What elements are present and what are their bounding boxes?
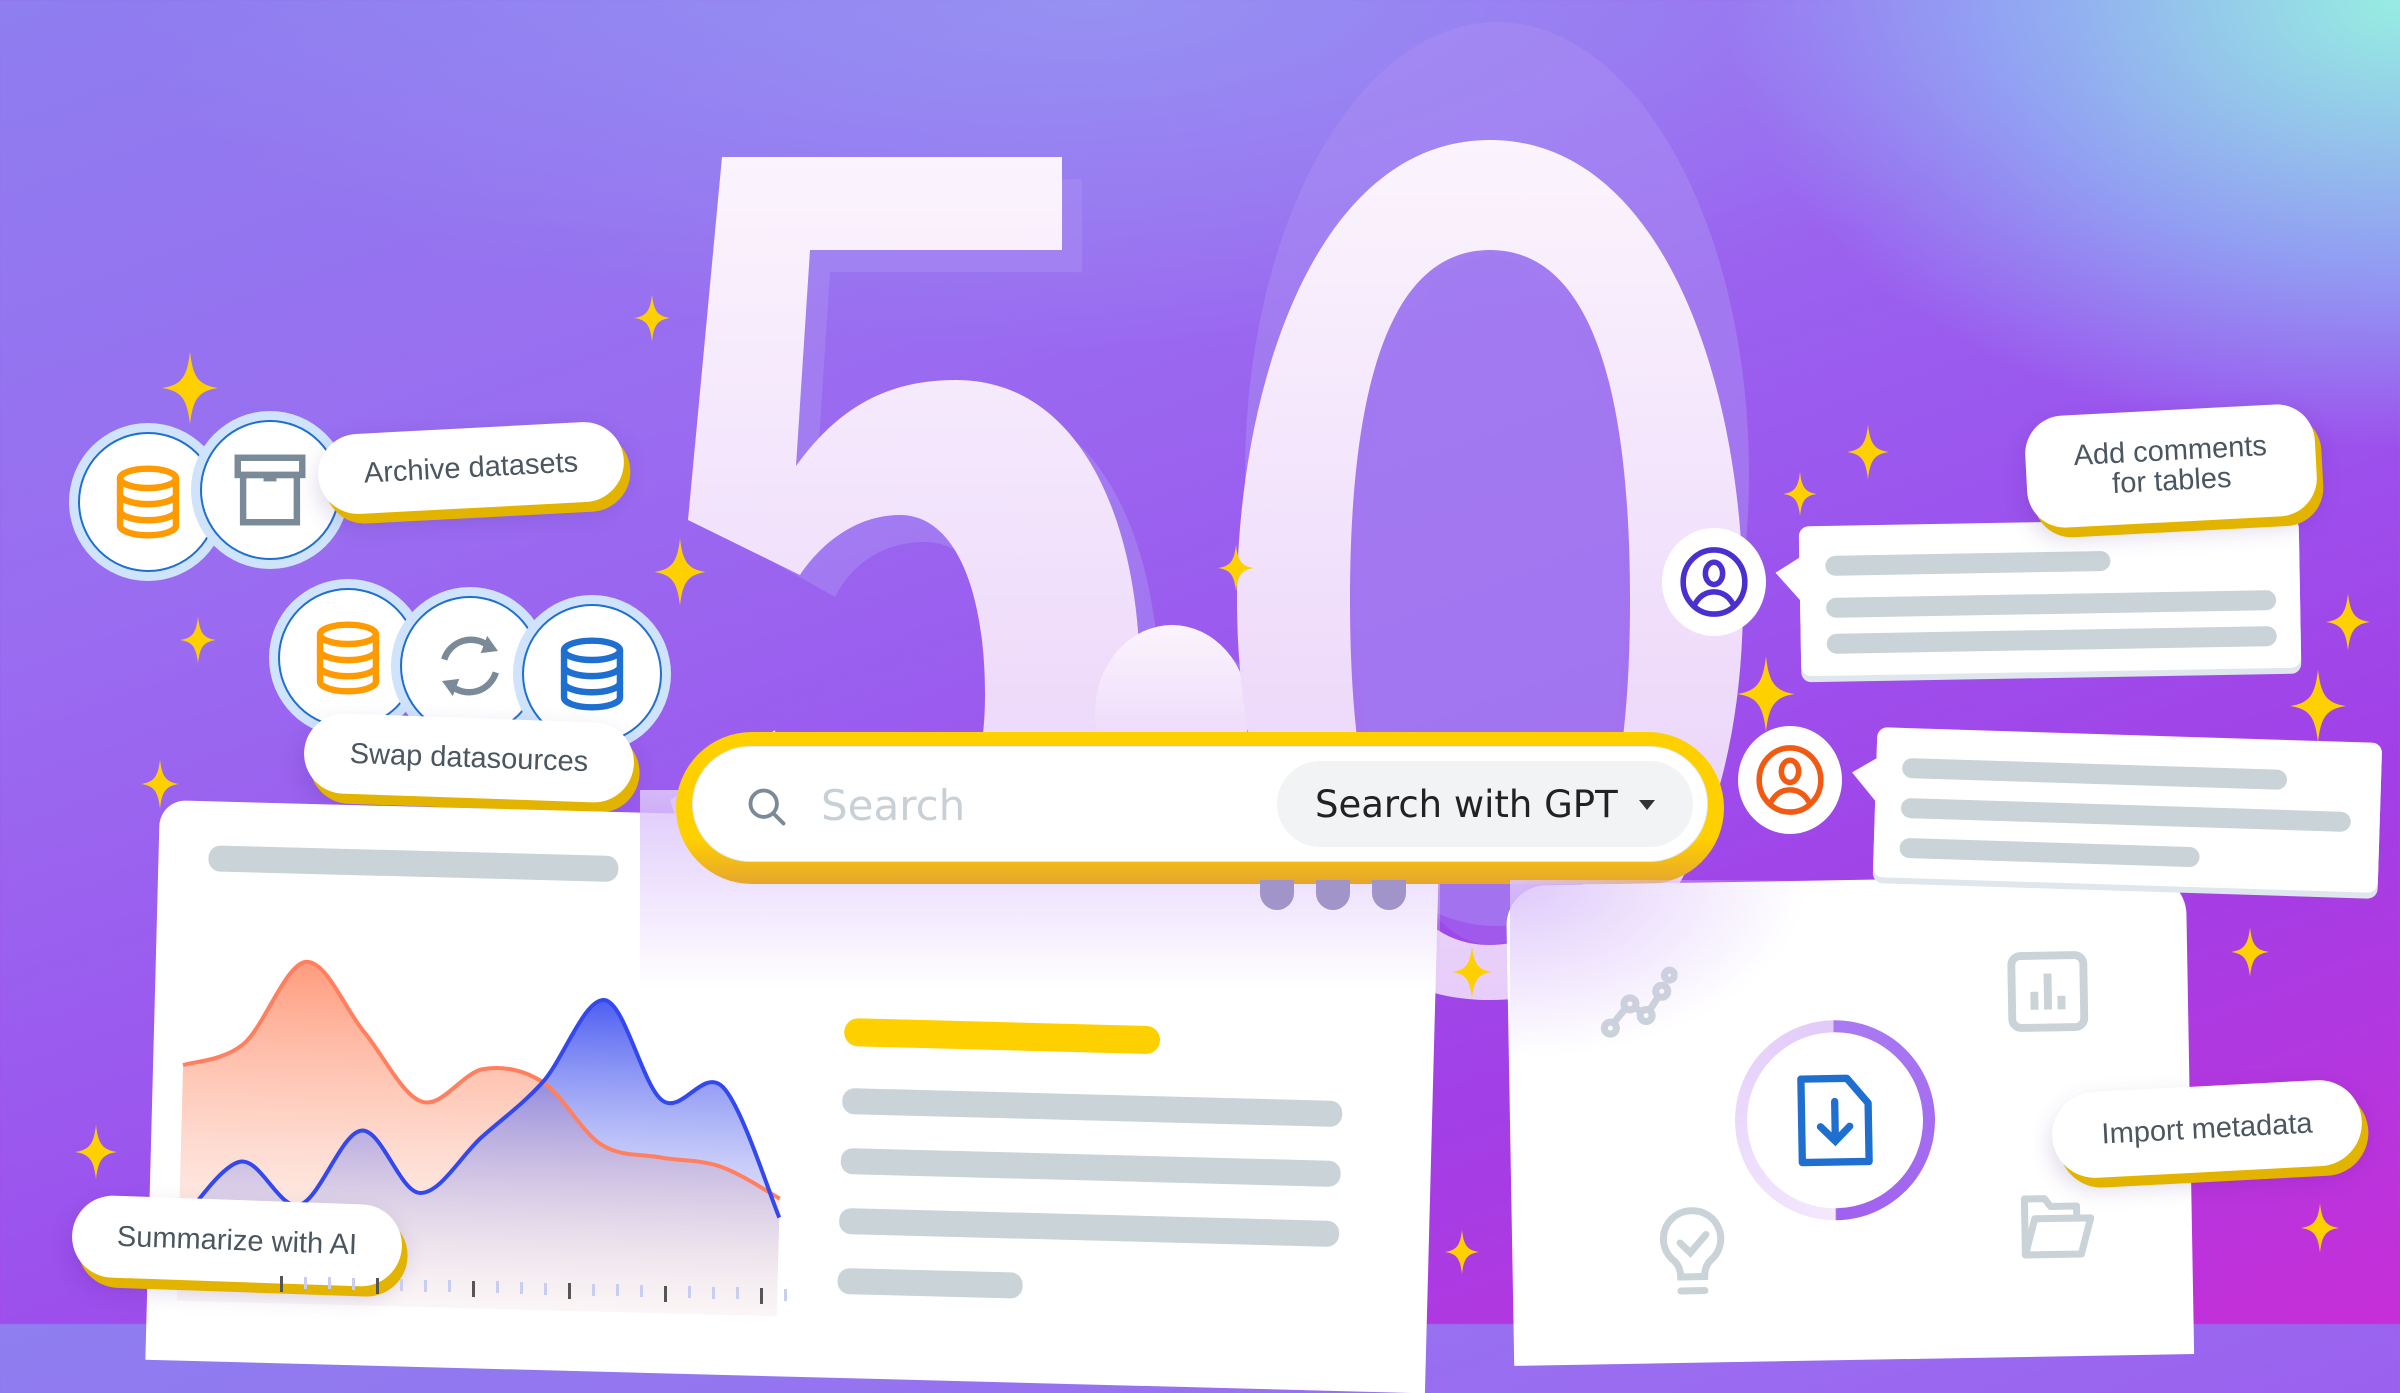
tick-mark bbox=[400, 1279, 403, 1291]
user-avatar-2[interactable] bbox=[1738, 726, 1842, 834]
swap-refresh-circle bbox=[400, 596, 540, 736]
import-metadata-label[interactable]: Import metadata bbox=[2049, 1077, 2365, 1181]
import-panel-fade bbox=[1510, 880, 1810, 1060]
sparkle-icon bbox=[1452, 946, 1492, 998]
swap-db-orange-circle bbox=[278, 588, 418, 728]
sparkle-icon bbox=[2301, 1203, 2339, 1253]
archive-datasets-label[interactable]: Archive datasets bbox=[316, 420, 626, 516]
bar-chart-icon bbox=[2007, 951, 2089, 1032]
tick-mark bbox=[280, 1276, 283, 1292]
tick-mark bbox=[640, 1285, 643, 1297]
tick-mark bbox=[472, 1280, 475, 1297]
tick-mark bbox=[616, 1284, 619, 1297]
sparkle-icon bbox=[1737, 656, 1795, 732]
sparkle-icon bbox=[1445, 1229, 1479, 1275]
archive-db-circle bbox=[78, 432, 218, 572]
search-input[interactable] bbox=[819, 769, 1243, 841]
refresh-icon bbox=[441, 635, 499, 697]
summarize-ai-text: Summarize with AI bbox=[116, 1220, 358, 1261]
tick-mark bbox=[328, 1277, 331, 1290]
sparkle-icon bbox=[180, 616, 216, 664]
sparkle-icon bbox=[141, 759, 179, 809]
highlight-bar bbox=[843, 1017, 1161, 1055]
sparkle-icon bbox=[2290, 669, 2346, 743]
sparkle-icon bbox=[1847, 424, 1889, 480]
comment-line bbox=[1900, 797, 2352, 833]
tick-mark bbox=[688, 1286, 691, 1299]
comment-line bbox=[1826, 626, 2277, 654]
user-icon bbox=[1756, 745, 1824, 815]
archive-datasets-text: Archive datasets bbox=[363, 446, 579, 490]
tick-mark bbox=[304, 1276, 307, 1289]
comment-bubble-1 bbox=[1775, 517, 2302, 677]
search-mode-label: Search with GPT bbox=[1315, 782, 1618, 826]
file-download-icon bbox=[1797, 1074, 1873, 1167]
typing-indicator bbox=[1260, 880, 1406, 910]
comment-line bbox=[1901, 757, 2288, 790]
archive-box-circle bbox=[200, 420, 340, 560]
swap-datasources-label[interactable]: Swap datasources bbox=[302, 712, 636, 804]
user-avatar-1[interactable] bbox=[1662, 528, 1766, 636]
tick-mark bbox=[520, 1282, 523, 1294]
tick-mark bbox=[760, 1288, 763, 1304]
search-field-container: Search with GPT bbox=[692, 746, 1708, 862]
tick-mark bbox=[448, 1280, 451, 1293]
add-comments-text-2: for tables bbox=[2111, 461, 2233, 501]
database-icon bbox=[560, 637, 624, 711]
search-icon bbox=[748, 788, 786, 826]
tick-mark bbox=[376, 1278, 379, 1295]
tick-mark bbox=[712, 1286, 715, 1299]
folder-icon bbox=[2020, 1195, 2095, 1259]
tick-mark bbox=[424, 1279, 427, 1292]
lightbulb-check-icon bbox=[1659, 1207, 1725, 1295]
text-line-3 bbox=[838, 1207, 1340, 1248]
comment-line bbox=[1899, 837, 2200, 868]
search-mode-dropdown[interactable]: Search with GPT bbox=[1277, 761, 1693, 847]
sparkle-icon bbox=[1783, 471, 1817, 517]
sparkle-icon bbox=[1218, 544, 1254, 592]
add-comments-label[interactable]: Add comments for tables bbox=[2023, 402, 2319, 530]
tick-mark bbox=[352, 1277, 355, 1290]
sparkle-icon bbox=[75, 1124, 117, 1180]
sparkle-icon bbox=[654, 538, 706, 606]
comment-line bbox=[1825, 550, 2111, 576]
tick-mark bbox=[784, 1288, 787, 1301]
swap-datasources-text: Swap datasources bbox=[349, 737, 589, 778]
comment-bubble-2 bbox=[1851, 727, 2383, 893]
tick-mark bbox=[664, 1285, 667, 1302]
caret-down-icon bbox=[1639, 800, 1655, 810]
text-line-2 bbox=[840, 1147, 1341, 1188]
import-metadata-text: Import metadata bbox=[2100, 1107, 2314, 1151]
panel-title-placeholder bbox=[208, 845, 619, 883]
archive-box-icon bbox=[234, 454, 306, 526]
tick-mark bbox=[544, 1282, 547, 1295]
database-icon bbox=[316, 621, 380, 695]
sparkle-icon bbox=[2326, 593, 2370, 651]
search-bar: Search with GPT bbox=[676, 732, 1724, 884]
database-icon bbox=[116, 465, 180, 539]
tick-mark bbox=[592, 1283, 595, 1296]
text-line-4 bbox=[837, 1267, 1023, 1299]
user-icon bbox=[1680, 547, 1748, 617]
sparkle-icon bbox=[162, 351, 218, 425]
text-line-1 bbox=[842, 1087, 1343, 1128]
sparkle-icon bbox=[2231, 927, 2269, 977]
tick-mark bbox=[736, 1287, 739, 1300]
sparkle-icon bbox=[634, 294, 670, 342]
summarize-ai-label[interactable]: Summarize with AI bbox=[70, 1194, 404, 1288]
comment-line bbox=[1825, 590, 2277, 618]
tick-mark bbox=[496, 1281, 499, 1294]
tick-mark bbox=[568, 1283, 571, 1300]
